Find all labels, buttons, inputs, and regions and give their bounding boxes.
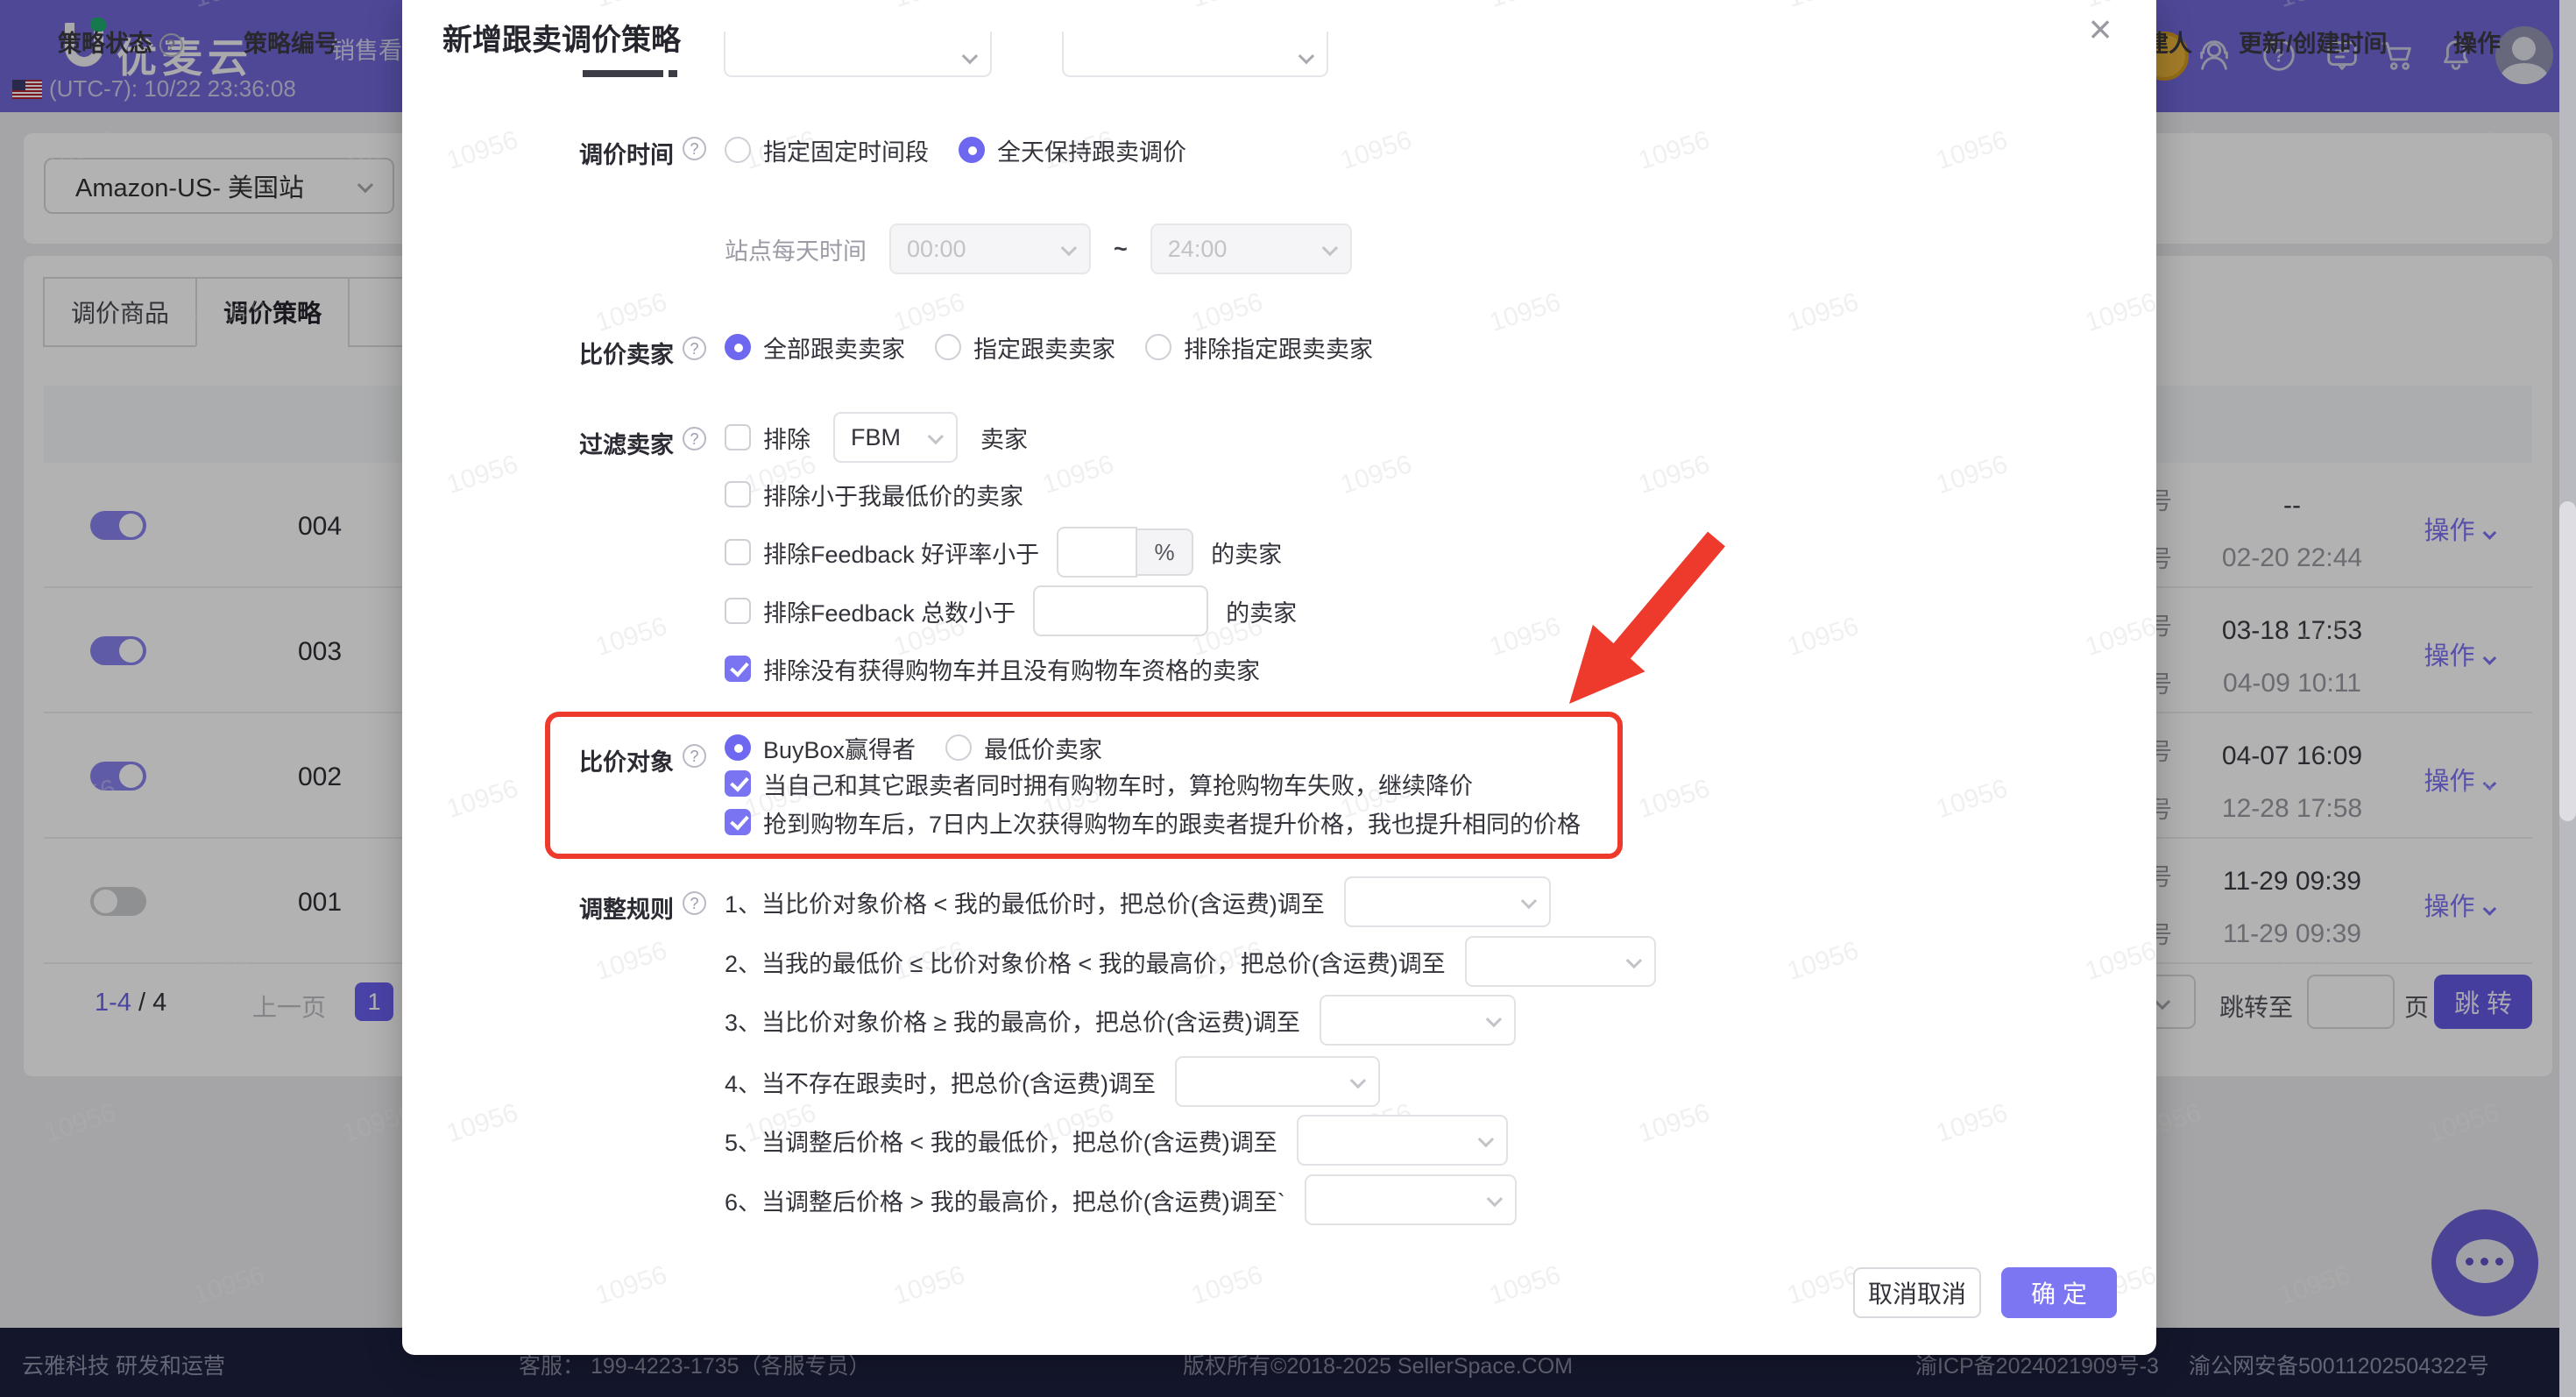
rule-row-3: 3、当比价对象价格 ≥ 我的最高价，把总价(含运费)调至 [725, 994, 1516, 1046]
rule-row-5: 5、当调整后价格 < 我的最低价，把总价(含运费)调至 [725, 1114, 1508, 1167]
filter-line-5: 排除没有获得购物车并且没有购物车资格的卖家 [725, 644, 1260, 693]
confirm-button[interactable]: 确 定 [2001, 1267, 2117, 1318]
checkbox-shared-buybox-keep-lowering[interactable]: 当自己和其它跟卖者同时拥有购物车时，算抢购物车失败，继续降价 [725, 767, 1473, 801]
rule-text: 6、当调整后价格 > 我的最高价，把总价(含运费)调至` [725, 1188, 1285, 1216]
feedback-rate-input-group: % [1057, 527, 1194, 578]
close-icon[interactable]: × [2074, 5, 2127, 53]
clipped-select[interactable] [724, 32, 992, 77]
filter-line-3: 排除Feedback 好评率小于 % 的卖家 [725, 527, 1282, 578]
rule-row-2: 2、当我的最低价 ≤ 比价对象价格 < 我的最高价，把总价(含运费)调至 [725, 935, 1656, 988]
radio-all-followers[interactable]: 全部跟卖卖家 [725, 330, 905, 365]
label-reprice-time: 调价时间 [579, 142, 674, 168]
rule-row-6: 6、当调整后价格 > 我的最高价，把总价(含运费)调至` [725, 1174, 1517, 1226]
label-adjust-rules: 调整规则 [579, 897, 674, 923]
clipped-select[interactable] [1062, 32, 1328, 77]
rule-3-select[interactable] [1319, 995, 1516, 1046]
checkbox-exclude-feedback-rate[interactable]: 排除Feedback 好评率小于 [725, 535, 1039, 570]
seller-suffix: 的卖家 [1226, 599, 1298, 627]
target-line-2: 当自己和其它跟卖者同时拥有购物车时，算抢购物车失败，继续降价 [725, 764, 1473, 803]
radio-fixed-period[interactable]: 指定固定时间段 [725, 133, 929, 167]
reprice-time-options: 指定固定时间段 全天保持跟卖调价 [725, 125, 1186, 174]
rule-4-select[interactable] [1175, 1056, 1380, 1107]
scrollbar-thumb[interactable] [2559, 501, 2576, 821]
target-line-3: 抢到购物车后，7日内上次获得购物车的跟卖者提升价格，我也提升相同的价格 [725, 803, 1581, 841]
rule-text: 3、当比价对象价格 ≥ 我的最高价，把总价(含运费)调至 [725, 1009, 1300, 1036]
site-daily-time-label: 站点每天时间 [725, 238, 867, 265]
help-icon[interactable]: ? [683, 337, 706, 360]
tilde-separator: ~ [1114, 235, 1128, 262]
checkbox-exclude-feedback-count[interactable]: 排除Feedback 总数小于 [725, 594, 1016, 628]
app-root: 优麦云 销售看 (UTC-7): 10/22 23:36:08 ? Amazon… [0, 0, 2576, 1397]
fulfillment-select[interactable]: FBM [833, 412, 958, 463]
time-to-select[interactable]: 24:00 [1150, 223, 1352, 274]
red-arrow-annotation [1569, 531, 1725, 704]
rule-row-4: 4、当不存在跟卖时，把总价(含运费)调至 [725, 1055, 1380, 1108]
help-icon[interactable]: ? [683, 891, 706, 915]
radio-lowest-price-seller[interactable]: 最低价卖家 [945, 731, 1102, 765]
add-strategy-modal: 10956 10956 10956 10956 10956 10956 10956 10956… [402, 0, 2156, 1355]
checkbox-raise-price-after-buybox[interactable]: 抢到购物车后，7日内上次获得购物车的跟卖者提升价格，我也提升相同的价格 [725, 805, 1581, 840]
checkbox-exclude-fbm[interactable]: 排除 [725, 421, 810, 455]
radio-specified-followers[interactable]: 指定跟卖卖家 [935, 330, 1115, 365]
cancel-button[interactable]: 取消取消 [1853, 1267, 1981, 1318]
feedback-rate-input[interactable] [1057, 527, 1138, 578]
label-filter-sellers: 过滤卖家 [579, 432, 674, 458]
seller-suffix: 卖家 [980, 426, 1028, 453]
help-icon[interactable]: ? [683, 137, 706, 160]
label-compare-sellers: 比价卖家 [579, 342, 674, 368]
rule-text: 2、当我的最低价 ≤ 比价对象价格 < 我的最高价，把总价(含运费)调至 [725, 950, 1446, 977]
compare-sellers-options: 全部跟卖卖家 指定跟卖卖家 排除指定跟卖卖家 [725, 323, 1373, 372]
help-icon[interactable]: ? [683, 427, 706, 450]
rule-text: 5、当调整后价格 < 我的最低价，把总价(含运费)调至 [725, 1129, 1277, 1156]
time-from-select[interactable]: 00:00 [889, 223, 1091, 274]
rule-5-select[interactable] [1296, 1115, 1508, 1166]
checkbox-exclude-below-min[interactable]: 排除小于我最低价的卖家 [725, 478, 1023, 512]
radio-buybox-winner[interactable]: BuyBox赢得者 [725, 731, 916, 765]
rule-1-select[interactable] [1343, 876, 1551, 927]
rule-text: 4、当不存在跟卖时，把总价(含运费)调至 [725, 1070, 1156, 1097]
label-compare-target: 比价对象 [579, 749, 674, 776]
rule-row-1: 1、当比价对象价格 < 我的最低价时，把总价(含运费)调至 [725, 876, 1551, 928]
rule-text: 1、当比价对象价格 < 我的最低价时，把总价(含运费)调至 [725, 890, 1325, 918]
checkbox-exclude-no-buybox[interactable]: 排除没有获得购物车并且没有购物车资格的卖家 [725, 652, 1260, 686]
modal-title: 新增跟卖调价策略 [442, 24, 681, 57]
radio-exclude-specified-followers[interactable]: 排除指定跟卖卖家 [1145, 330, 1373, 365]
filter-line-2: 排除小于我最低价的卖家 [725, 470, 1023, 519]
filter-line-1: 排除 FBM 卖家 [725, 412, 1028, 463]
compare-target-options: BuyBox赢得者 最低价卖家 [725, 728, 1102, 767]
seller-suffix: 的卖家 [1211, 541, 1283, 568]
feedback-count-input[interactable] [1033, 585, 1209, 636]
site-daily-time-row: 站点每天时间 00:00 ~ 24:00 [725, 223, 1352, 274]
clipped-label-fragment [669, 70, 677, 77]
clipped-label-fragment [583, 70, 663, 77]
radio-all-day[interactable]: 全天保持跟卖调价 [959, 133, 1186, 167]
help-icon[interactable]: ? [683, 744, 706, 768]
percent-addon: % [1136, 528, 1194, 576]
rule-2-select[interactable] [1464, 936, 1656, 987]
rule-6-select[interactable] [1304, 1174, 1517, 1225]
filter-line-4: 排除Feedback 总数小于 的卖家 [725, 585, 1297, 636]
